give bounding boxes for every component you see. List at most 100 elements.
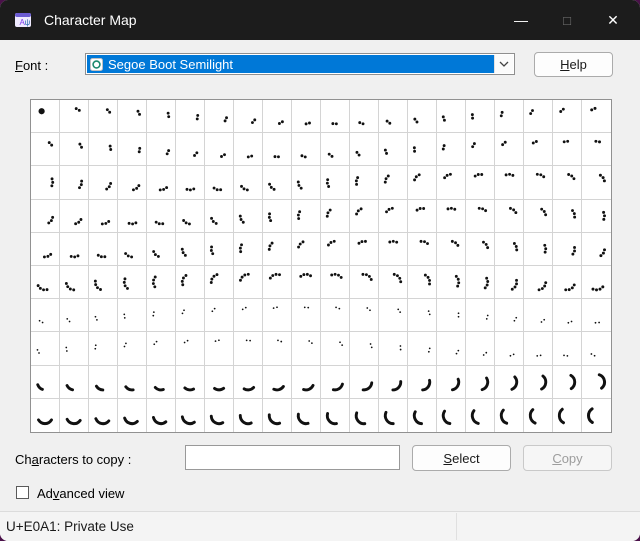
glyph-cell[interactable] <box>147 232 176 266</box>
glyph-cell[interactable] <box>205 299 234 333</box>
glyph-cell[interactable] <box>263 266 292 300</box>
glyph-cell[interactable] <box>89 199 118 233</box>
glyph-cell[interactable] <box>466 398 495 432</box>
glyph-cell[interactable] <box>437 266 466 300</box>
glyph-cell[interactable] <box>292 232 321 266</box>
glyph-cell[interactable] <box>118 365 147 399</box>
glyph-cell[interactable] <box>524 299 553 333</box>
glyph-cell[interactable] <box>553 398 582 432</box>
glyph-cell[interactable] <box>205 398 234 432</box>
glyph-cell[interactable] <box>466 166 495 200</box>
glyph-cell[interactable] <box>524 365 553 399</box>
glyph-cell[interactable] <box>234 133 263 167</box>
glyph-cell[interactable] <box>118 199 147 233</box>
glyph-cell[interactable] <box>60 133 89 167</box>
glyph-cell[interactable] <box>495 100 524 134</box>
glyph-cell[interactable] <box>89 100 118 134</box>
glyph-cell[interactable] <box>292 100 321 134</box>
glyph-cell[interactable] <box>147 332 176 366</box>
glyph-cell[interactable] <box>118 266 147 300</box>
glyph-cell[interactable] <box>89 232 118 266</box>
glyph-cell[interactable] <box>205 166 234 200</box>
glyph-cell[interactable] <box>147 299 176 333</box>
glyph-cell[interactable] <box>495 398 524 432</box>
glyph-cell[interactable] <box>31 365 60 399</box>
glyph-cell[interactable] <box>379 166 408 200</box>
glyph-cell[interactable] <box>89 398 118 432</box>
glyph-cell[interactable] <box>234 266 263 300</box>
glyph-cell[interactable] <box>553 266 582 300</box>
glyph-cell[interactable] <box>524 166 553 200</box>
advanced-view-label[interactable]: Advanced view <box>37 486 124 501</box>
glyph-cell[interactable] <box>350 398 379 432</box>
glyph-cell[interactable] <box>263 332 292 366</box>
glyph-cell[interactable] <box>60 365 89 399</box>
glyph-cell[interactable] <box>466 133 495 167</box>
glyph-cell[interactable] <box>350 100 379 134</box>
glyph-cell[interactable] <box>321 199 350 233</box>
glyph-cell[interactable] <box>408 299 437 333</box>
glyph-cell[interactable] <box>553 100 582 134</box>
glyph-cell[interactable] <box>31 266 60 300</box>
glyph-cell[interactable] <box>118 166 147 200</box>
glyph-cell[interactable] <box>176 299 205 333</box>
glyph-cell[interactable] <box>31 100 60 134</box>
glyph-cell[interactable] <box>437 299 466 333</box>
glyph-cell[interactable] <box>437 232 466 266</box>
glyph-cell[interactable] <box>176 332 205 366</box>
glyph-cell[interactable] <box>582 266 611 300</box>
glyph-cell[interactable] <box>147 166 176 200</box>
glyph-cell[interactable] <box>582 233 611 266</box>
glyph-cell[interactable] <box>524 232 553 266</box>
glyph-cell[interactable] <box>176 199 205 233</box>
glyph-cell[interactable] <box>408 199 437 233</box>
glyph-cell[interactable] <box>524 133 553 167</box>
glyph-cell[interactable] <box>31 133 60 167</box>
glyph-cell[interactable] <box>379 332 408 366</box>
glyph-cell[interactable] <box>147 100 176 134</box>
glyph-cell[interactable] <box>350 365 379 399</box>
help-button[interactable]: Help <box>534 52 613 77</box>
glyph-cell[interactable] <box>495 199 524 233</box>
characters-to-copy-input[interactable] <box>185 445 400 470</box>
glyph-cell[interactable] <box>379 398 408 432</box>
glyph-cell[interactable] <box>60 199 89 233</box>
glyph-cell[interactable] <box>379 266 408 300</box>
glyph-cell[interactable] <box>321 332 350 366</box>
glyph-cell[interactable] <box>321 232 350 266</box>
glyph-cell[interactable] <box>466 232 495 266</box>
glyph-cell[interactable] <box>292 133 321 167</box>
minimize-button[interactable]: — <box>498 0 544 40</box>
glyph-cell[interactable] <box>89 299 118 333</box>
glyph-cell[interactable] <box>553 365 582 399</box>
glyph-cell[interactable] <box>437 398 466 432</box>
glyph-cell[interactable] <box>582 299 611 333</box>
glyph-cell[interactable] <box>466 100 495 134</box>
glyph-cell[interactable] <box>582 200 611 233</box>
glyph-cell[interactable] <box>60 100 89 134</box>
glyph-cell[interactable] <box>205 133 234 167</box>
glyph-cell[interactable] <box>582 133 611 167</box>
chevron-down-icon[interactable] <box>494 55 513 73</box>
glyph-cell[interactable] <box>408 133 437 167</box>
glyph-cell[interactable] <box>321 166 350 200</box>
glyph-cell[interactable] <box>321 133 350 167</box>
glyph-cell[interactable] <box>263 365 292 399</box>
glyph-cell[interactable] <box>321 365 350 399</box>
glyph-cell[interactable] <box>379 232 408 266</box>
glyph-cell[interactable] <box>292 365 321 399</box>
glyph-cell[interactable] <box>234 398 263 432</box>
glyph-cell[interactable] <box>408 365 437 399</box>
glyph-cell[interactable] <box>147 365 176 399</box>
glyph-cell[interactable] <box>350 299 379 333</box>
font-combobox[interactable]: Segoe Boot Semilight <box>85 53 515 75</box>
glyph-cell[interactable] <box>495 299 524 333</box>
glyph-cell[interactable] <box>466 365 495 399</box>
glyph-cell[interactable] <box>89 332 118 366</box>
glyph-cell[interactable] <box>379 299 408 333</box>
glyph-cell[interactable] <box>60 232 89 266</box>
glyph-cell[interactable] <box>118 398 147 432</box>
glyph-cell[interactable] <box>553 199 582 233</box>
glyph-cell[interactable] <box>379 199 408 233</box>
glyph-cell[interactable] <box>118 133 147 167</box>
